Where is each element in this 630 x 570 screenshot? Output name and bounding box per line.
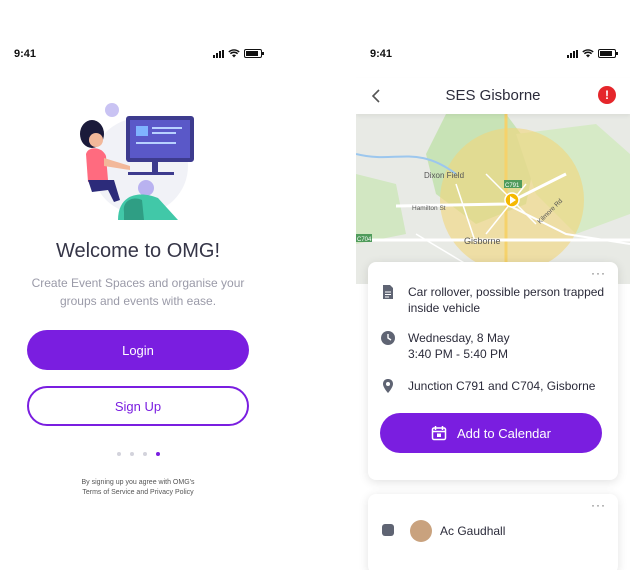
event-datetime: Wednesday, 8 May 3:40 PM - 5:40 PM — [408, 330, 510, 362]
page-dot-active[interactable] — [155, 452, 160, 456]
page-indicator — [0, 452, 276, 456]
more-options-icon[interactable]: ··· — [591, 266, 606, 280]
page-title: SES Gisborne — [445, 87, 541, 104]
alert-icon[interactable]: ! — [598, 86, 616, 104]
welcome-subtitle: Create Event Spaces and organise your gr… — [31, 276, 245, 308]
page-dot[interactable] — [129, 452, 134, 456]
status-bar: 9:41 — [356, 46, 630, 64]
welcome-screen: 9:41 Welcome to OMG! Create Event Spaces… — [0, 0, 276, 570]
wifi-icon — [582, 49, 594, 58]
event-screen: 9:41 SES Gisborne ! C704 C791 Dixon Fiel… — [356, 0, 630, 570]
map-view[interactable]: C704 C791 Dixon Field Hamilton St Kilmor… — [356, 114, 630, 284]
map-canvas: C704 C791 Dixon Field Hamilton St Kilmor… — [356, 114, 630, 284]
member-name: Ac Gaudhall — [440, 524, 506, 538]
legal-notice: By signing up you agree with OMG's Terms… — [0, 478, 276, 498]
legal-line: By signing up you agree with OMG's — [81, 479, 195, 486]
signal-icon — [213, 49, 224, 58]
location-pin-icon — [383, 379, 393, 393]
page-dot[interactable] — [116, 452, 121, 456]
event-time: 3:40 PM - 5:40 PM — [408, 347, 509, 361]
app-header: SES Gisborne ! — [356, 78, 630, 114]
event-date: Wednesday, 8 May — [408, 331, 510, 345]
map-label-dixon-field: Dixon Field — [424, 171, 464, 180]
event-location: Junction C791 and C704, Gisborne — [408, 379, 596, 393]
calendar-icon — [431, 426, 447, 441]
document-icon — [383, 285, 393, 299]
add-to-calendar-label: Add to Calendar — [457, 425, 551, 441]
map-label-gisborne: Gisborne — [464, 236, 501, 246]
event-description: Car rollover, possible person trapped in… — [408, 285, 605, 315]
terms-link[interactable]: Terms of Service and Privacy Policy — [0, 488, 276, 498]
status-time: 9:41 — [14, 48, 37, 60]
login-button[interactable]: Login — [27, 330, 249, 370]
hand-icon — [382, 524, 394, 536]
more-options-icon[interactable]: ··· — [591, 498, 606, 512]
road-label-c704: C704 — [357, 237, 372, 243]
event-card: ··· Car rollover, possible person trappe… — [368, 262, 618, 480]
page-dot[interactable] — [142, 452, 147, 456]
signal-icon — [567, 49, 578, 58]
welcome-illustration — [80, 103, 194, 220]
signup-button[interactable]: Sign Up — [27, 386, 249, 426]
battery-icon — [244, 49, 264, 58]
clock-icon — [381, 331, 395, 345]
welcome-title: Welcome to OMG! — [55, 240, 221, 262]
wifi-icon — [228, 49, 240, 58]
map-label-hamilton-st: Hamilton St — [412, 205, 446, 212]
avatar — [410, 520, 432, 542]
member-card: ··· Ac Gaudhall — [368, 494, 618, 570]
status-time: 9:41 — [370, 48, 393, 60]
battery-icon — [598, 49, 618, 58]
status-bar: 9:41 — [0, 46, 276, 64]
add-to-calendar-button[interactable]: Add to Calendar — [380, 413, 602, 453]
road-label-c791: C791 — [505, 183, 520, 189]
